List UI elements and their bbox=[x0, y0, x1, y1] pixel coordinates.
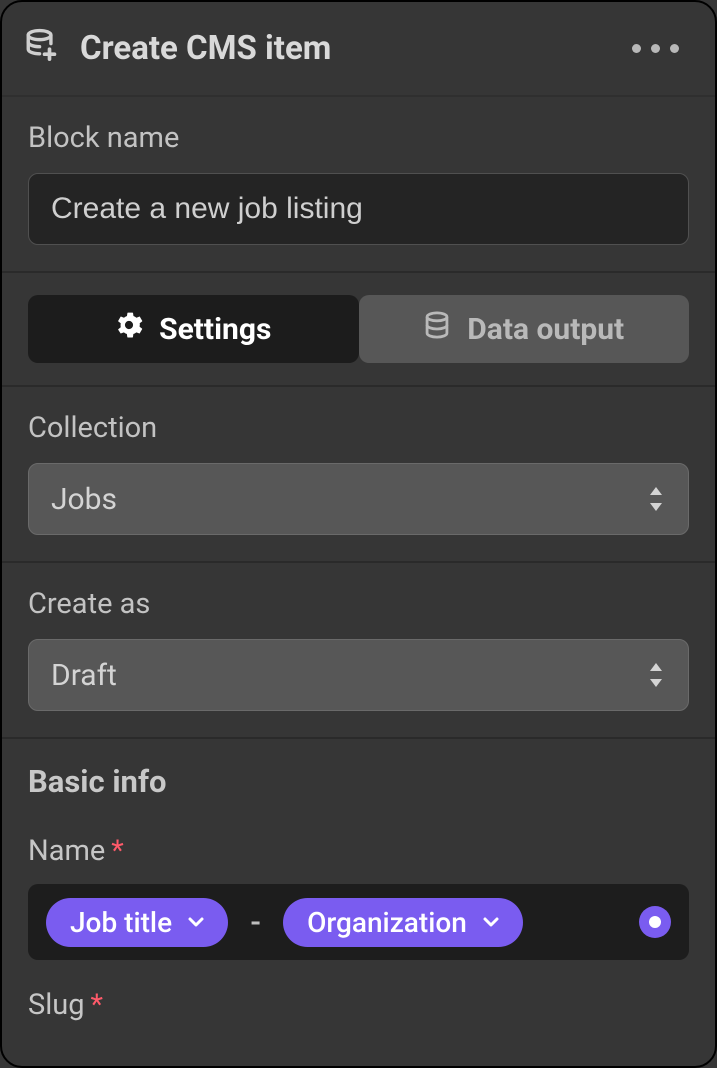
sort-icon bbox=[646, 661, 666, 689]
panel-title: Create CMS item bbox=[80, 29, 331, 68]
required-asterisk: * bbox=[111, 834, 124, 868]
collection-section: Collection Jobs bbox=[2, 387, 715, 563]
create-as-label: Create as bbox=[28, 587, 689, 621]
collection-select-value: Jobs bbox=[51, 482, 117, 517]
create-as-select-value: Draft bbox=[51, 658, 117, 693]
block-name-input[interactable] bbox=[28, 173, 689, 245]
panel-header: Create CMS item bbox=[2, 2, 715, 97]
database-add-icon bbox=[24, 28, 58, 69]
create-as-section: Create as Draft bbox=[2, 563, 715, 739]
database-icon bbox=[423, 311, 451, 347]
block-name-section: Block name bbox=[2, 97, 715, 273]
insert-variable-button[interactable] bbox=[639, 906, 671, 938]
basic-info-section: Basic info Name* Job title - Organizatio… bbox=[2, 739, 715, 1038]
more-options-button[interactable] bbox=[632, 44, 689, 53]
chevron-down-icon bbox=[186, 912, 206, 932]
basic-info-heading: Basic info bbox=[28, 763, 689, 800]
block-name-label: Block name bbox=[28, 121, 689, 155]
cms-create-panel: Create CMS item Block name Settings bbox=[0, 0, 717, 1068]
tab-settings[interactable]: Settings bbox=[28, 295, 359, 363]
required-asterisk: * bbox=[91, 988, 104, 1022]
collection-select[interactable]: Jobs bbox=[28, 463, 689, 535]
slug-field-label: Slug* bbox=[28, 988, 689, 1022]
name-field-label: Name* bbox=[28, 834, 689, 868]
tab-data-output-label: Data output bbox=[467, 312, 624, 347]
tab-bar: Settings Data output bbox=[2, 273, 715, 387]
gear-icon bbox=[115, 311, 143, 347]
variable-chip-organization[interactable]: Organization bbox=[283, 898, 523, 947]
chevron-down-icon bbox=[481, 912, 501, 932]
collection-label: Collection bbox=[28, 411, 689, 445]
name-field-input[interactable]: Job title - Organization bbox=[28, 884, 689, 960]
sort-icon bbox=[646, 485, 666, 513]
tab-settings-label: Settings bbox=[159, 312, 271, 347]
tab-data-output[interactable]: Data output bbox=[359, 295, 690, 363]
chip-separator: - bbox=[250, 905, 261, 940]
variable-chip-job-title[interactable]: Job title bbox=[46, 898, 228, 947]
create-as-select[interactable]: Draft bbox=[28, 639, 689, 711]
